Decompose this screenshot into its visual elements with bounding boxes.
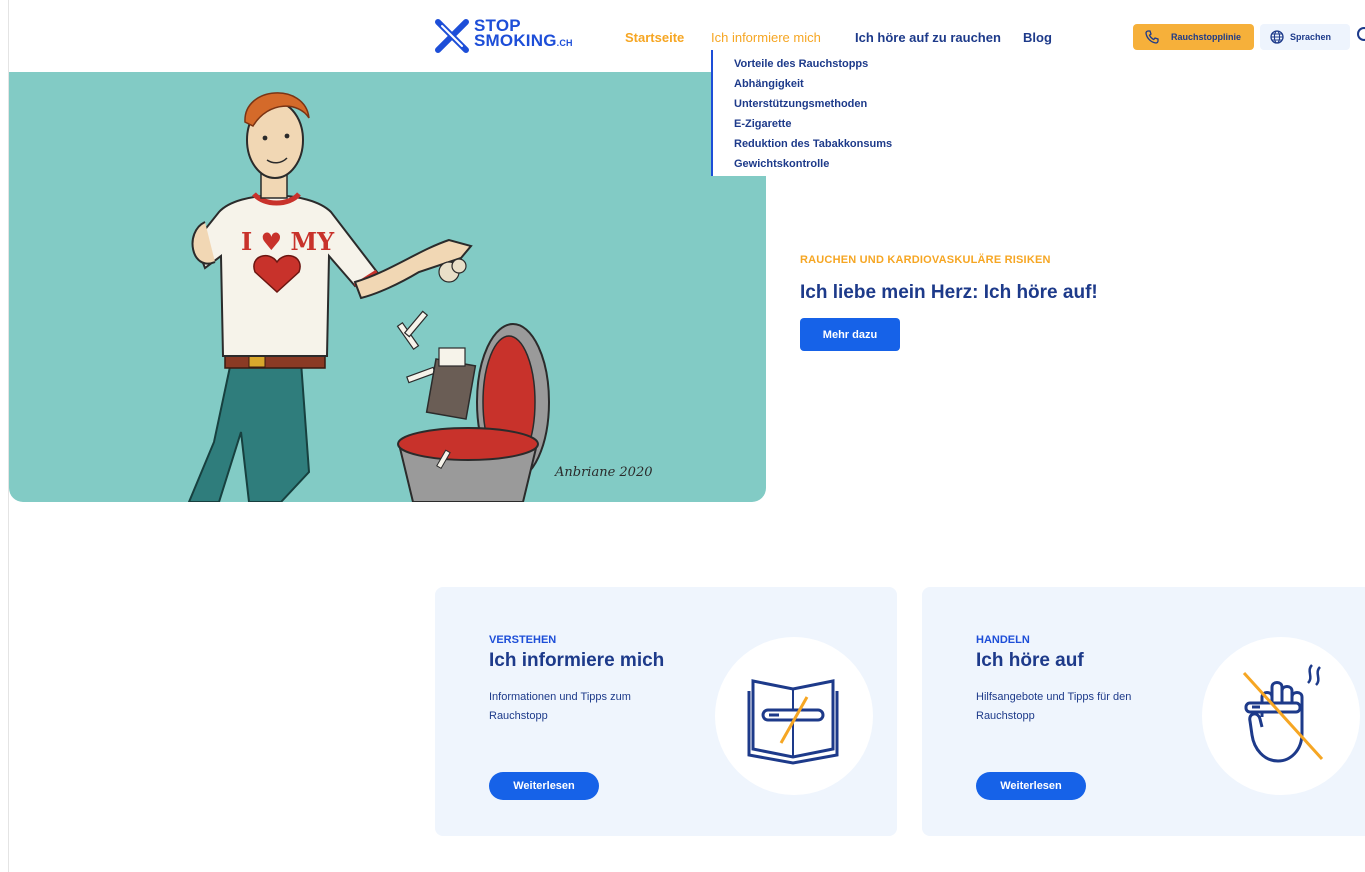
card-icon-circle — [1202, 637, 1360, 795]
book-cigarette-icon — [747, 679, 839, 765]
account-icon[interactable] — [1357, 27, 1365, 41]
hero-more-button[interactable]: Mehr dazu — [800, 318, 900, 351]
card-text: Hilfsangebote und Tipps für den Rauchsto… — [976, 691, 1132, 722]
card-icon-circle — [715, 637, 873, 795]
shirt-text: I ♥ MY — [241, 227, 335, 256]
nav-blog[interactable]: Blog — [1023, 30, 1052, 45]
language-label: Sprachen — [1290, 32, 1332, 42]
card-inform: VERSTEHEN Ich informiere mich Informatio… — [435, 587, 897, 836]
logo-line2: SMOKING — [474, 31, 557, 50]
illustration-signature: Anbriane 2020 — [554, 465, 653, 480]
hotline-label: Rauchstopplinie — [1171, 32, 1242, 42]
hero-eyebrow: RAUCHEN UND KARDIOVASKULÄRE RISIKEN — [800, 254, 1051, 266]
hotline-button[interactable]: Rauchstopplinie — [1133, 24, 1254, 50]
dropdown-item-ecigarette[interactable]: E-Zigarette — [713, 114, 911, 134]
hand-no-smoking-icon — [1242, 664, 1324, 763]
logo-suffix: .CH — [556, 38, 573, 48]
dropdown-item-support-methods[interactable]: Unterstützungsmethoden — [713, 94, 911, 114]
phone-icon — [1145, 30, 1159, 44]
card-quit: HANDELN Ich höre auf Hilfsangebote und T… — [922, 587, 1365, 836]
nav-home[interactable]: Startseite — [625, 30, 684, 45]
dropdown-item-benefits[interactable]: Vorteile des Rauchstopps — [713, 54, 911, 74]
dropdown-item-reduction[interactable]: Reduktion des Tabakkonsums — [713, 134, 911, 154]
card-read-more-button[interactable]: Weiterlesen — [489, 772, 599, 800]
card-eyebrow: VERSTEHEN — [489, 634, 557, 646]
site-header: STOP SMOKING.CH Startseite Ich informier… — [0, 0, 1365, 72]
logo[interactable]: STOP SMOKING.CH — [432, 16, 582, 56]
hero-illustration-drawing: I ♥ MY Anbriane 2020 — [187, 92, 653, 502]
nav-inform[interactable]: Ich informiere mich — [711, 30, 821, 45]
globe-icon — [1270, 30, 1284, 44]
card-title: Ich informiere mich — [489, 650, 665, 671]
card-title: Ich höre auf — [976, 650, 1084, 671]
dropdown-item-weight-control[interactable]: Gewichtskontrolle — [713, 154, 911, 174]
dropdown-item-dependence[interactable]: Abhängigkeit — [713, 74, 911, 94]
card-read-more-button[interactable]: Weiterlesen — [976, 772, 1086, 800]
card-text: Informationen und Tipps zum Rauchstopp — [489, 691, 631, 722]
inform-dropdown-menu: Vorteile des Rauchstopps Abhängigkeit Un… — [711, 50, 911, 176]
language-button[interactable]: Sprachen — [1260, 24, 1350, 50]
logo-icon — [435, 19, 469, 53]
logo-text: STOP SMOKING.CH — [474, 17, 573, 51]
hero-title: Ich liebe mein Herz: Ich höre auf! — [800, 282, 1098, 303]
hero-illustration: I ♥ MY Anbriane 2020 — [9, 72, 766, 502]
card-eyebrow: HANDELN — [976, 634, 1030, 646]
nav-quit[interactable]: Ich höre auf zu rauchen — [855, 30, 1001, 45]
